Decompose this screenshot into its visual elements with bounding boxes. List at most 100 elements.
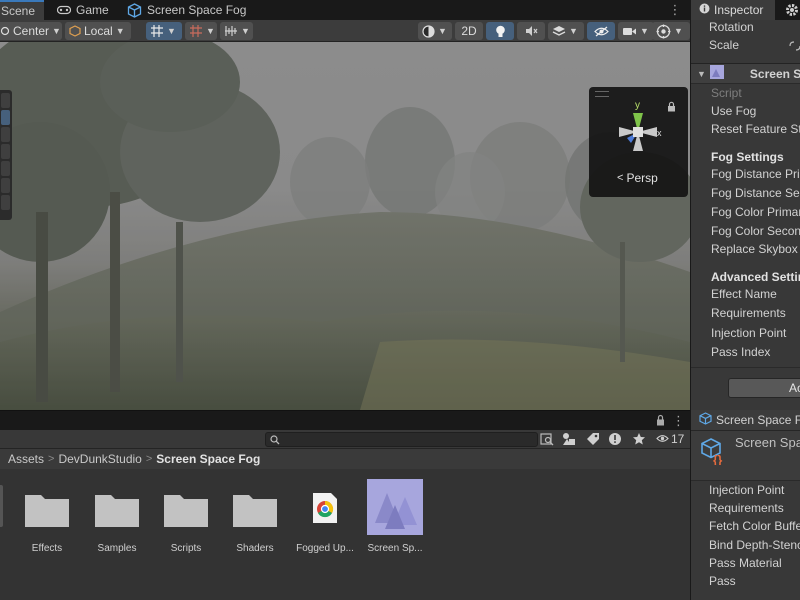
svg-text:{}: {} [713, 453, 723, 465]
breadcrumb-assets[interactable]: Assets [8, 452, 44, 466]
fetch-color-buffer-label[interactable]: Fetch Color Buffe [691, 517, 800, 535]
fog-asset-thumbnail-icon [367, 479, 423, 535]
scale-tool-button[interactable] [1, 144, 10, 159]
bind-depth-stencil-label[interactable]: Bind Depth-Stenc [691, 536, 800, 554]
increment-snap-icon [189, 24, 203, 38]
tab-game[interactable]: Game [50, 0, 110, 20]
audio-toggle[interactable] [517, 22, 545, 40]
breadcrumb-screen-space-fog[interactable]: Screen Space Fog [156, 452, 260, 466]
lighting-toggle[interactable] [486, 22, 514, 40]
tab-screen-space-fog[interactable]: Screen Space Fog [120, 0, 256, 20]
increment-snap-toggle[interactable]: ▼ [185, 22, 217, 40]
chevron-down-icon: ▼ [241, 26, 250, 36]
layers-effects-icon [552, 25, 566, 37]
scene-visibility-toggle[interactable] [587, 22, 615, 40]
lock-icon[interactable] [656, 414, 665, 426]
eye-icon [656, 432, 669, 446]
grid-snapping-toggle[interactable]: ▼ [146, 22, 182, 40]
toggle-2d-button[interactable]: 2D [455, 22, 483, 40]
effect-name-label[interactable]: Effect Name [691, 285, 800, 303]
projection-toggle[interactable]: < Persp [617, 171, 658, 185]
search-by-label-icon[interactable] [562, 432, 576, 449]
scene-viewport[interactable]: y x < Persp [0, 42, 690, 410]
injection-point-label[interactable]: Injection Point [691, 481, 800, 499]
asset-screen-space-fog[interactable]: Screen Sp... [359, 479, 431, 554]
requirements-label[interactable]: Requirements [691, 304, 800, 322]
asset-fogged-up-link[interactable]: Fogged Up... [289, 479, 361, 554]
asset-scripts-folder[interactable]: Scripts [150, 479, 222, 554]
warning-filter-icon[interactable] [608, 432, 622, 449]
add-component-button[interactable]: Ac [728, 378, 800, 398]
asset-shaders-folder[interactable]: Shaders [219, 479, 291, 554]
use-fog-label[interactable]: Use Fog [691, 102, 800, 120]
link-scale-icon[interactable] [789, 40, 800, 54]
gizmos-dropdown[interactable]: ▼ [652, 22, 690, 40]
search-by-type-icon[interactable] [540, 432, 554, 449]
align-icon [224, 25, 238, 37]
pass-label[interactable]: Pass [691, 572, 800, 590]
align-tools-dropdown[interactable]: ▼ [220, 22, 253, 40]
foldout-arrow-icon[interactable]: ▼ [697, 69, 706, 79]
tab-screen-space-fog-asset[interactable]: Screen Space F [691, 410, 800, 431]
scroll-handle[interactable] [0, 485, 3, 527]
axis-y-label: y [635, 101, 640, 111]
asset-name: Screen Sp... [367, 543, 423, 554]
drag-handle-icon[interactable] [595, 91, 609, 97]
orientation-gizmo[interactable]: y x < Persp [589, 87, 688, 197]
camera-settings-dropdown[interactable]: ▼ [618, 22, 654, 40]
view-tool-button[interactable] [1, 93, 10, 108]
search-icon [270, 434, 280, 448]
pass-index-label[interactable]: Pass Index [691, 343, 800, 361]
effects-dropdown[interactable]: ▼ [548, 22, 584, 40]
inspector-panel: Inspector Rotation Scale ▼ Screen Sp Scr… [690, 0, 800, 410]
pivot-space-label: Local [84, 24, 113, 38]
replace-skybox-label[interactable]: Replace Skybox [691, 240, 800, 258]
chevron-down-icon: ▼ [167, 26, 176, 36]
tab-scene[interactable]: Scene [0, 0, 44, 20]
breadcrumb-devdunkstudio[interactable]: DevDunkStudio [58, 452, 141, 466]
project-toolbar: 17 [0, 430, 690, 449]
asset-effects-folder[interactable]: Effects [11, 479, 83, 554]
project-search-input[interactable] [265, 432, 538, 447]
project-tab-bar: ⋮ [0, 410, 690, 430]
pass-material-label[interactable]: Pass Material [691, 554, 800, 572]
fog-color-secondary-label[interactable]: Fog Color Second [691, 222, 800, 240]
transform-tool-button[interactable] [1, 178, 10, 193]
chevron-down-icon: ▼ [674, 26, 683, 36]
rect-tool-button[interactable] [1, 161, 10, 176]
divider [691, 367, 800, 368]
project-menu-icon[interactable]: ⋮ [672, 413, 685, 429]
fog-component-icon [709, 65, 724, 82]
breadcrumb-separator-icon: > [145, 453, 153, 465]
injection-point-label[interactable]: Injection Point [691, 324, 800, 342]
foggy-forest-render [0, 42, 690, 410]
tag-icon[interactable] [586, 432, 600, 449]
reset-feature-label[interactable]: Reset Feature Sta [691, 120, 800, 138]
axis-gizmo-icon[interactable]: y x [607, 101, 669, 163]
scene-options-menu-icon[interactable]: ⋮ [664, 2, 686, 18]
script-asset-icon: {} [701, 437, 727, 468]
speaker-muted-icon [525, 25, 538, 37]
inspector-tab-bar: Inspector [691, 0, 800, 20]
fog-distance-secondary-label[interactable]: Fog Distance Seco [691, 184, 800, 202]
fog-distance-primary-label[interactable]: Fog Distance Prim [691, 165, 800, 183]
folder-icon [89, 479, 145, 535]
move-tool-button[interactable] [1, 110, 10, 125]
grid-snap-icon [150, 24, 164, 38]
asset-samples-folder[interactable]: Samples [81, 479, 153, 554]
pivot-space-dropdown[interactable]: Local ▼ [65, 22, 131, 40]
hidden-packages-toggle[interactable]: 17 [656, 432, 684, 446]
favorite-star-icon[interactable] [632, 432, 646, 449]
component-header[interactable]: ▼ Screen Sp [691, 63, 800, 84]
fog-color-primary-label[interactable]: Fog Color Primary [691, 203, 800, 221]
folder-icon [19, 479, 75, 535]
asset-title: Screen Spa [735, 435, 800, 450]
gamepad-icon [57, 5, 71, 15]
folder-icon [158, 479, 214, 535]
rotate-tool-button[interactable] [1, 127, 10, 142]
tab-inspector[interactable]: Inspector [691, 0, 775, 20]
pivot-mode-dropdown[interactable]: Center ▼ [0, 22, 62, 40]
requirements-label[interactable]: Requirements [691, 499, 800, 517]
custom-tool-button[interactable] [1, 195, 10, 210]
draw-mode-dropdown[interactable]: ▼ [418, 22, 452, 40]
